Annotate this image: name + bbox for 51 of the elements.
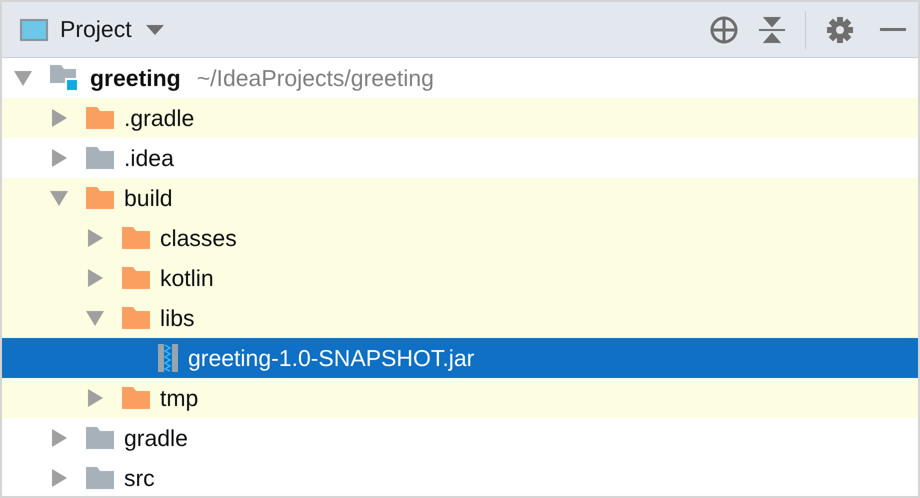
- dropdown-caret-icon[interactable]: [146, 24, 164, 34]
- expanded-arrow-icon[interactable]: [86, 309, 104, 327]
- collapsed-arrow-icon[interactable]: [50, 469, 68, 487]
- folder-icon: [86, 467, 114, 489]
- file-name: tmp: [160, 384, 198, 412]
- collapse-all-icon[interactable]: [759, 14, 785, 44]
- folder-icon: [122, 387, 150, 409]
- folder-icon: [86, 427, 114, 449]
- archive-icon: [158, 344, 178, 372]
- module-path: ~/IdeaProjects/greeting: [196, 64, 434, 92]
- collapsed-arrow-icon[interactable]: [50, 109, 68, 127]
- tree-row[interactable]: .idea: [2, 138, 918, 178]
- file-name: libs: [160, 304, 195, 332]
- collapsed-arrow-icon[interactable]: [50, 429, 68, 447]
- collapsed-arrow-icon[interactable]: [86, 269, 104, 287]
- tree-row[interactable]: kotlin: [2, 258, 918, 298]
- file-name: .idea: [124, 144, 174, 172]
- folder-icon: [122, 307, 150, 329]
- tree-row[interactable]: libs: [2, 298, 918, 338]
- folder-icon: [122, 267, 150, 289]
- settings-icon[interactable]: [826, 16, 854, 44]
- tree-row[interactable]: build: [2, 178, 918, 218]
- folder-icon: [122, 227, 150, 249]
- panel-title[interactable]: Project: [60, 16, 132, 43]
- file-name: build: [124, 184, 173, 212]
- crosshair-icon[interactable]: [709, 14, 739, 44]
- module-name: greeting: [90, 64, 181, 92]
- tree-row[interactable]: greeting ~/IdeaProjects/greeting: [2, 58, 918, 98]
- window-icon: [20, 18, 48, 40]
- folder-icon: [86, 107, 114, 129]
- tree-row[interactable]: .gradle: [2, 98, 918, 138]
- collapsed-arrow-icon[interactable]: [86, 229, 104, 247]
- tree-row[interactable]: gradle: [2, 418, 918, 458]
- tree-row[interactable]: greeting-1.0-SNAPSHOT.jar: [2, 338, 918, 378]
- expanded-arrow-icon[interactable]: [14, 69, 32, 87]
- module-folder-icon: [50, 65, 80, 91]
- collapsed-arrow-icon[interactable]: [86, 389, 104, 407]
- file-name: src: [124, 464, 155, 492]
- minimize-icon[interactable]: [880, 28, 906, 32]
- folder-icon: [86, 147, 114, 169]
- file-name: kotlin: [160, 264, 214, 292]
- tree-row[interactable]: classes: [2, 218, 918, 258]
- file-name: greeting-1.0-SNAPSHOT.jar: [188, 344, 474, 372]
- tree-row[interactable]: src: [2, 458, 918, 496]
- tree-row[interactable]: tmp: [2, 378, 918, 418]
- collapsed-arrow-icon[interactable]: [50, 149, 68, 167]
- expanded-arrow-icon[interactable]: [50, 189, 68, 207]
- file-name: .gradle: [124, 104, 194, 132]
- file-name: classes: [160, 224, 237, 252]
- file-name: gradle: [124, 424, 188, 452]
- folder-icon: [86, 187, 114, 209]
